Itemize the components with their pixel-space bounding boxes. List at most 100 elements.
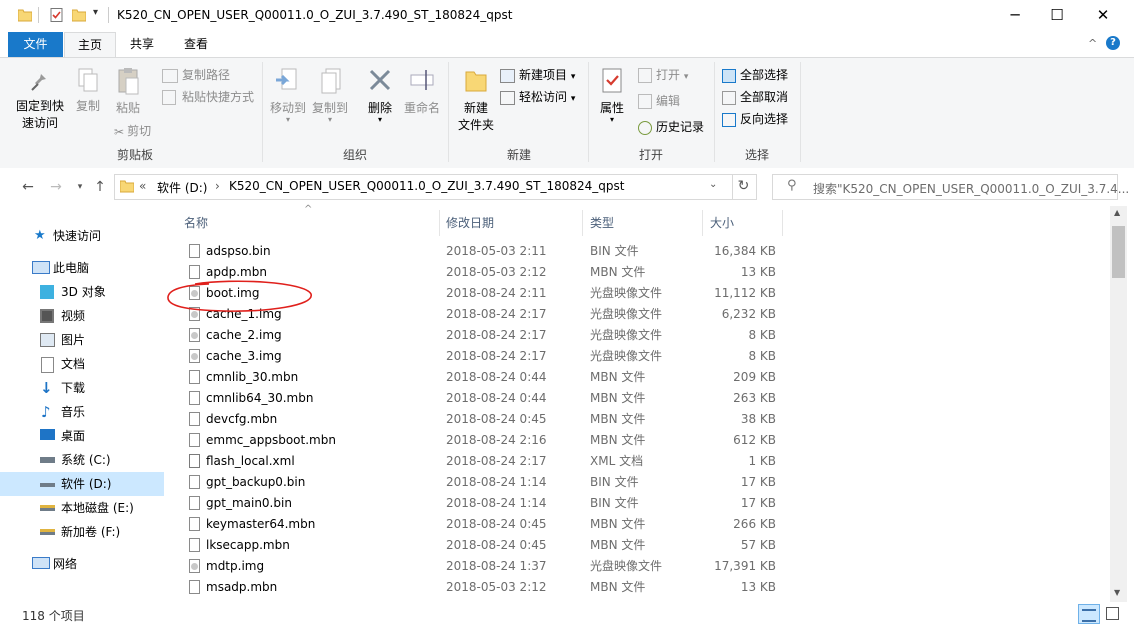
address-bar[interactable]: « 软件 (D:) › K520_CN_OPEN_USER_Q00011.0_O…: [114, 174, 733, 200]
column-header-name[interactable]: 名称: [184, 214, 208, 231]
back-button[interactable]: ←: [18, 178, 38, 198]
rename-button[interactable]: 重命名: [402, 66, 442, 116]
nav-item-downloads[interactable]: ↓ 下载: [0, 376, 164, 400]
folder-icon: [18, 9, 32, 22]
invert-selection-button[interactable]: 反向选择: [722, 110, 788, 127]
nav-item-drive-f[interactable]: 新加卷 (F:): [0, 520, 164, 544]
file-row[interactable]: devcfg.mbn 2018-08-24 0:45 MBN 文件 38 KB: [164, 409, 1110, 430]
history-button[interactable]: 历史记录: [638, 118, 704, 135]
pin-quick-access-button[interactable]: 固定到快 速访问: [12, 66, 68, 131]
easy-access-button[interactable]: 轻松访问 ▾: [500, 88, 575, 105]
up-button[interactable]: ↑: [90, 178, 110, 198]
file-row[interactable]: emmc_appsboot.mbn 2018-08-24 2:16 MBN 文件 61…: [164, 430, 1110, 451]
file-row[interactable]: adspso.bin 2018-05-03 2:11 BIN 文件 16,384 KB: [164, 241, 1110, 262]
large-icons-view-button[interactable]: [1102, 604, 1122, 622]
file-type: BIN 文件: [590, 496, 639, 510]
file-type: 光盘映像文件: [590, 328, 663, 342]
rename-label: 重命名: [403, 101, 440, 115]
tab-file[interactable]: 文件: [8, 32, 63, 57]
nav-item-this-pc[interactable]: 此电脑: [0, 256, 164, 280]
new-item-button[interactable]: 新建项目 ▾: [500, 66, 575, 83]
breadcrumb-drive[interactable]: 软件 (D:): [157, 179, 207, 196]
select-none-button[interactable]: 全部取消: [722, 88, 788, 105]
file-name: emmc_appsboot.mbn: [206, 433, 336, 447]
copy-path-button[interactable]: 复制路径: [162, 66, 230, 83]
delete-button[interactable]: 删除 ▾: [362, 66, 398, 124]
details-view-button[interactable]: [1078, 604, 1100, 624]
scrollbar-thumb[interactable]: [1112, 226, 1125, 278]
status-bar: 118 个项目: [0, 602, 1134, 633]
recent-locations-button[interactable]: ▾: [70, 178, 90, 198]
cut-button[interactable]: ✂ 剪切: [114, 122, 151, 139]
file-row[interactable]: gpt_backup0.bin 2018-08-24 1:14 BIN 文件 17 K…: [164, 472, 1110, 493]
tab-view[interactable]: 查看: [172, 32, 220, 57]
nav-item-pictures[interactable]: 图片: [0, 328, 164, 352]
file-row[interactable]: msadp.mbn 2018-05-03 2:12 MBN 文件 13 KB: [164, 577, 1110, 598]
edit-button[interactable]: 编辑: [638, 92, 680, 109]
close-button[interactable]: ✕: [1080, 0, 1126, 32]
nav-item-drive-d[interactable]: 软件 (D:): [0, 472, 164, 496]
file-size: 8 KB: [748, 328, 776, 342]
help-icon[interactable]: ?: [1106, 36, 1120, 50]
minimize-button[interactable]: ─: [992, 0, 1038, 32]
column-header-date[interactable]: 修改日期: [446, 214, 494, 231]
nav-label: 本地磁盘 (E:): [61, 501, 134, 515]
quick-access-dropdown-icon[interactable]: ▾: [93, 7, 98, 18]
select-none-icon: [722, 90, 736, 105]
nav-item-quick-access[interactable]: ★ 快速访问: [0, 224, 164, 248]
new-folder-button[interactable]: 新建 文件夹: [454, 66, 498, 133]
nav-item-desktop[interactable]: 桌面: [0, 424, 164, 448]
breadcrumb-separator[interactable]: ›: [215, 179, 220, 193]
collapse-ribbon-icon[interactable]: ^: [1088, 37, 1097, 50]
new-folder-icon[interactable]: [72, 8, 86, 22]
file-row[interactable]: gpt_main0.bin 2018-08-24 1:14 BIN 文件 17 KB: [164, 493, 1110, 514]
file-row[interactable]: cmnlib_30.mbn 2018-08-24 0:44 MBN 文件 209 KB: [164, 367, 1110, 388]
open-label: 打开: [656, 68, 681, 82]
nav-item-network[interactable]: 网络: [0, 552, 164, 576]
column-header-size[interactable]: 大小: [710, 214, 734, 231]
file-row[interactable]: cmnlib64_30.mbn 2018-08-24 0:44 MBN 文件 263 …: [164, 388, 1110, 409]
tab-home[interactable]: 主页: [64, 32, 116, 58]
nav-item-drive-c[interactable]: 系统 (C:): [0, 448, 164, 472]
file-row[interactable]: cache_2.img 2018-08-24 2:17 光盘映像文件 8 KB: [164, 325, 1110, 346]
vertical-scrollbar[interactable]: ▲ ▼: [1110, 206, 1127, 602]
scroll-up-icon[interactable]: ▲: [1114, 208, 1120, 217]
forward-button[interactable]: →: [46, 178, 66, 198]
nav-item-3d-objects[interactable]: 3D 对象: [0, 280, 164, 304]
paste-shortcut-button[interactable]: 粘贴快捷方式: [162, 88, 254, 105]
paste-button[interactable]: 粘贴: [110, 66, 146, 116]
tab-share[interactable]: 共享: [118, 32, 166, 57]
file-img-icon: [189, 559, 200, 573]
file-row[interactable]: lksecapp.mbn 2018-08-24 0:45 MBN 文件 57 KB: [164, 535, 1110, 556]
forward-arrow-icon: →: [50, 179, 62, 195]
maximize-button[interactable]: ☐: [1034, 0, 1080, 32]
file-date: 2018-08-24 1:37: [446, 559, 547, 573]
search-input[interactable]: 搜索"K520_CN_OPEN_USER_Q00011.0_O_ZUI_3.7.…: [813, 180, 1129, 197]
item-count: 118 个项目: [22, 609, 85, 623]
breadcrumb-overflow[interactable]: «: [139, 179, 146, 193]
file-row[interactable]: keymaster64.mbn 2018-08-24 0:45 MBN 文件 266 …: [164, 514, 1110, 535]
properties-button[interactable]: 属性 ▾: [594, 66, 630, 124]
column-header-type[interactable]: 类型: [590, 214, 614, 231]
rename-icon: [410, 70, 434, 90]
move-to-button[interactable]: 移动到 ▾: [268, 66, 308, 124]
copy-button[interactable]: 复制: [70, 66, 106, 114]
nav-item-documents[interactable]: 文档: [0, 352, 164, 376]
breadcrumb-folder[interactable]: K520_CN_OPEN_USER_Q00011.0_O_ZUI_3.7.490…: [229, 179, 625, 193]
scroll-down-icon[interactable]: ▼: [1114, 588, 1120, 597]
nav-item-videos[interactable]: 视频: [0, 304, 164, 328]
file-row[interactable]: flash_local.xml 2018-08-24 2:17 XML 文档 1 KB: [164, 451, 1110, 472]
nav-item-drive-e[interactable]: 本地磁盘 (E:): [0, 496, 164, 520]
search-icon: ⚲: [787, 178, 797, 193]
file-date: 2018-08-24 0:45: [446, 412, 547, 426]
open-button[interactable]: 打开 ▾: [638, 66, 688, 83]
search-box[interactable]: ⚲ 搜索"K520_CN_OPEN_USER_Q00011.0_O_ZUI_3.…: [772, 174, 1129, 200]
address-dropdown-icon[interactable]: ⌄: [709, 179, 717, 190]
nav-item-music[interactable]: ♪ 音乐: [0, 400, 164, 424]
refresh-button[interactable]: ↻: [731, 174, 757, 200]
properties-icon[interactable]: [50, 8, 64, 22]
select-all-button[interactable]: 全部选择: [722, 66, 788, 83]
copy-to-button[interactable]: 复制到 ▾: [310, 66, 350, 124]
file-row[interactable]: mdtp.img 2018-08-24 1:37 光盘映像文件 17,391 KB: [164, 556, 1110, 577]
file-row[interactable]: cache_3.img 2018-08-24 2:17 光盘映像文件 8 KB: [164, 346, 1110, 367]
